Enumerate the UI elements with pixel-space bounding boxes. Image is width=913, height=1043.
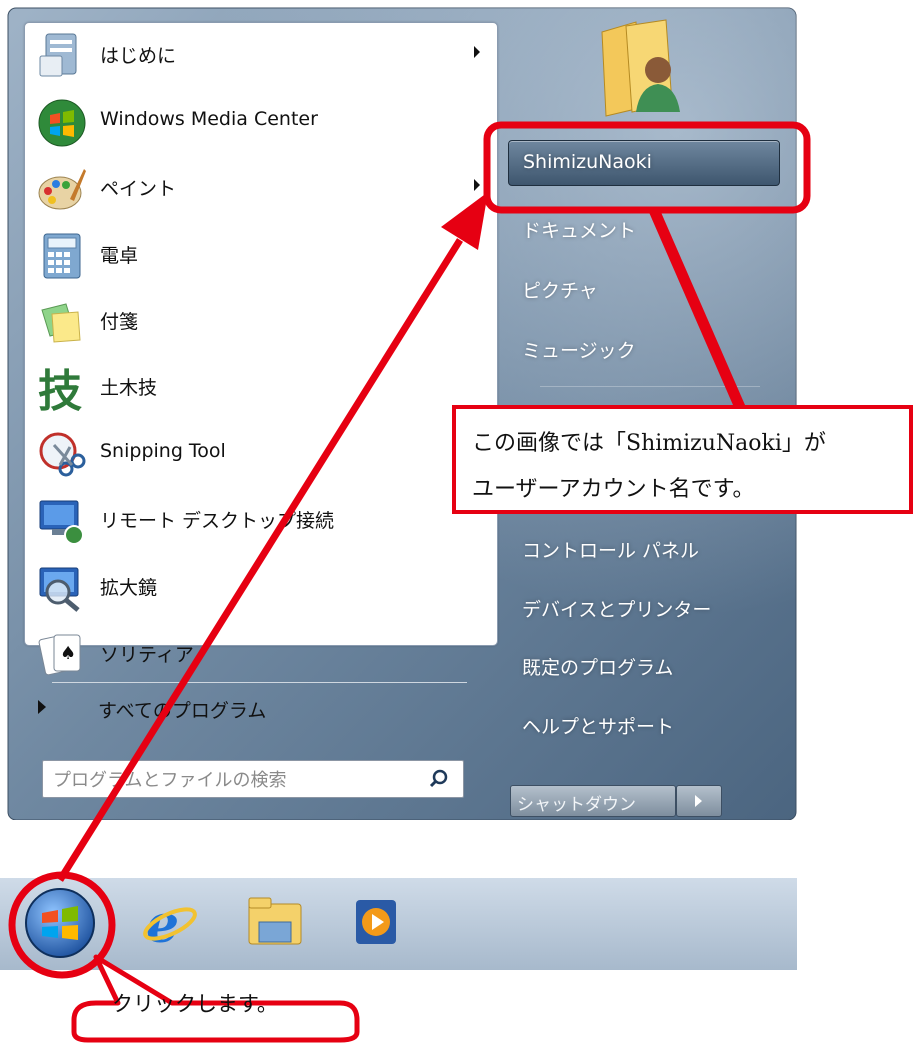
- start-orb-icon[interactable]: [20, 883, 100, 963]
- getting-started-icon: [39, 33, 77, 77]
- default-programs-label: 既定のプログラム: [522, 657, 674, 679]
- solitaire-icon: ♠: [38, 634, 81, 676]
- search-box[interactable]: [42, 760, 464, 798]
- user-account-item[interactable]: ShimizuNaoki: [508, 140, 780, 186]
- shutdown-button[interactable]: シャットダウン: [510, 785, 676, 817]
- program-item-remote-desktop[interactable]: リモート デスクトップ接続: [30, 491, 490, 551]
- program-label: 拡大鏡: [100, 577, 158, 599]
- media-center-icon: [38, 99, 86, 147]
- magnifier-icon: [39, 567, 80, 612]
- submenu-arrow-icon: [474, 179, 480, 191]
- taskbar: e: [0, 878, 797, 970]
- remote-desktop-icon: [39, 500, 84, 545]
- music-item[interactable]: ミュージック: [508, 326, 778, 370]
- snipping-tool-icon: [39, 432, 86, 477]
- program-label: 土木技: [100, 377, 158, 399]
- expand-arrow-icon: [38, 700, 46, 714]
- program-label: Snipping Tool: [100, 440, 226, 462]
- program-label: 付箋: [100, 311, 139, 333]
- dobokugi-icon: 技: [38, 366, 82, 414]
- documents-label: ドキュメント: [522, 220, 637, 242]
- devices-printers-label: デバイスとプリンター: [522, 599, 712, 621]
- program-item-getting-started[interactable]: はじめに: [30, 26, 490, 86]
- account-name-callout: この画像では「ShimizuNaoki」が ユーザーアカウント名です。: [452, 405, 913, 514]
- program-label: リモート デスクトップ接続: [100, 510, 335, 532]
- program-label: Windows Media Center: [100, 108, 318, 130]
- default-programs-item[interactable]: 既定のプログラム: [508, 643, 778, 687]
- start-menu: はじめに Windows Media Center ペイント 電卓 付箋 技 土…: [0, 0, 797, 820]
- program-item-magnifier[interactable]: 拡大鏡: [30, 558, 490, 618]
- program-item-media-center[interactable]: Windows Media Center: [30, 93, 490, 153]
- program-label: ペイント: [100, 178, 177, 200]
- search-input[interactable]: [51, 766, 415, 794]
- program-label: はじめに: [100, 45, 177, 67]
- paint-icon: [38, 169, 86, 210]
- help-support-label: ヘルプとサポート: [522, 716, 675, 738]
- callout-line-2: ユーザーアカウント名です。: [472, 477, 755, 502]
- media-player-icon[interactable]: [350, 892, 410, 952]
- pictures-label: ピクチャ: [522, 280, 598, 302]
- program-label: ソリティア: [100, 644, 194, 666]
- control-panel-label: コントロール パネル: [522, 540, 700, 562]
- internet-explorer-icon[interactable]: e: [140, 892, 200, 952]
- right-separator: [540, 386, 760, 387]
- help-support-item[interactable]: ヘルプとサポート: [508, 702, 778, 746]
- callout-line-1: この画像では「ShimizuNaoki」が: [472, 431, 826, 456]
- calculator-icon: [43, 233, 81, 279]
- program-item-calculator[interactable]: 電卓: [30, 226, 490, 286]
- program-item-solitaire[interactable]: ♠ ソリティア: [30, 625, 490, 685]
- user-picture-icon[interactable]: [596, 12, 686, 122]
- program-item-snipping-tool[interactable]: Snipping Tool: [30, 425, 490, 485]
- all-programs-button[interactable]: すべてのプログラム: [28, 688, 466, 728]
- click-callout-text: クリックします。: [112, 992, 278, 1016]
- devices-printers-item[interactable]: デバイスとプリンター: [508, 585, 778, 629]
- user-account-label: ShimizuNaoki: [523, 151, 652, 173]
- program-item-paint[interactable]: ペイント: [30, 159, 490, 219]
- documents-item[interactable]: ドキュメント: [508, 206, 778, 250]
- program-label: 電卓: [100, 245, 139, 267]
- shutdown-options-button[interactable]: [676, 785, 722, 817]
- program-item-dobokugi[interactable]: 技 土木技: [30, 358, 490, 418]
- programs-separator: [52, 682, 467, 683]
- submenu-arrow-icon: [474, 46, 480, 58]
- program-item-sticky-notes[interactable]: 付箋: [30, 292, 490, 352]
- sticky-notes-icon: [41, 303, 81, 343]
- control-panel-item[interactable]: コントロール パネル: [508, 526, 778, 570]
- pictures-item[interactable]: ピクチャ: [508, 266, 778, 310]
- music-label: ミュージック: [522, 340, 636, 362]
- all-programs-label: すべてのプログラム: [98, 700, 267, 722]
- svg-text:技: 技: [38, 366, 82, 414]
- explorer-icon[interactable]: [245, 892, 305, 952]
- search-icon[interactable]: [429, 769, 449, 789]
- shutdown-label: シャットダウン: [517, 795, 636, 815]
- svg-text:♠: ♠: [60, 643, 76, 664]
